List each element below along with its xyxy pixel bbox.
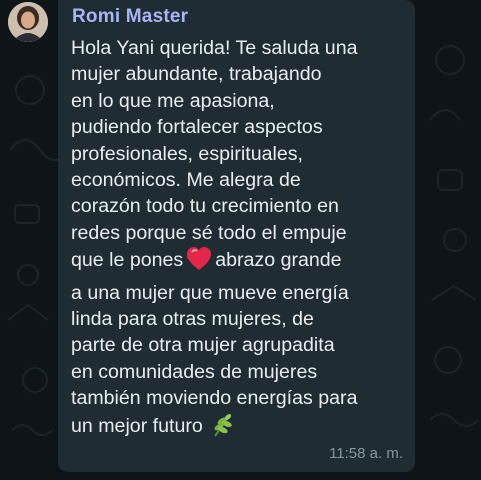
message-line-part: un mejor futuro <box>71 414 203 437</box>
message-line: profesionales, espirituales, <box>71 142 303 165</box>
message-line: Hola Yani querida! Te saluda una <box>71 37 358 59</box>
message-line: también moviendo energías para <box>71 387 358 410</box>
chat-background: Romi Master Hola Yani querida! Te saluda… <box>0 0 481 480</box>
message-line: parte de otra mujer agrupadita <box>71 334 335 357</box>
message-text: Hola Yani querida! Te saluda una mujer a… <box>71 35 411 445</box>
sender-name[interactable]: Romi Master <box>72 6 188 28</box>
message-line: redes porque sé todo el empuje <box>71 221 347 244</box>
message-timestamp: 11:58 a. m. <box>329 445 403 462</box>
message-bubble[interactable]: Romi Master Hola Yani querida! Te saluda… <box>58 0 415 472</box>
heart-emoji-icon <box>185 246 213 279</box>
message-line: económicos. Me alegra de <box>71 169 301 192</box>
message-line-part: que le pones <box>71 249 184 272</box>
avatar-photo-icon <box>8 2 48 42</box>
message-line-with-emoji: que le pones abrazo grande <box>71 246 411 279</box>
message-line: linda para otras mujeres, de <box>71 308 314 331</box>
sender-avatar[interactable] <box>8 2 48 42</box>
message-line: pudiendo fortalecer aspectos <box>71 116 323 139</box>
message-line: mujer abundante, trabajando <box>71 63 322 86</box>
message-line: a una mujer que mueve energía <box>71 281 349 304</box>
message-line: corazón todo tu crecimiento en <box>71 195 339 218</box>
message-line: en comunidades de mujeres <box>71 360 318 383</box>
message-line: en lo que me apasiona, <box>71 89 275 112</box>
herb-emoji-icon <box>210 412 236 445</box>
message-line-part: abrazo grande <box>215 249 342 272</box>
message-line-with-emoji: un mejor futuro <box>71 412 411 445</box>
